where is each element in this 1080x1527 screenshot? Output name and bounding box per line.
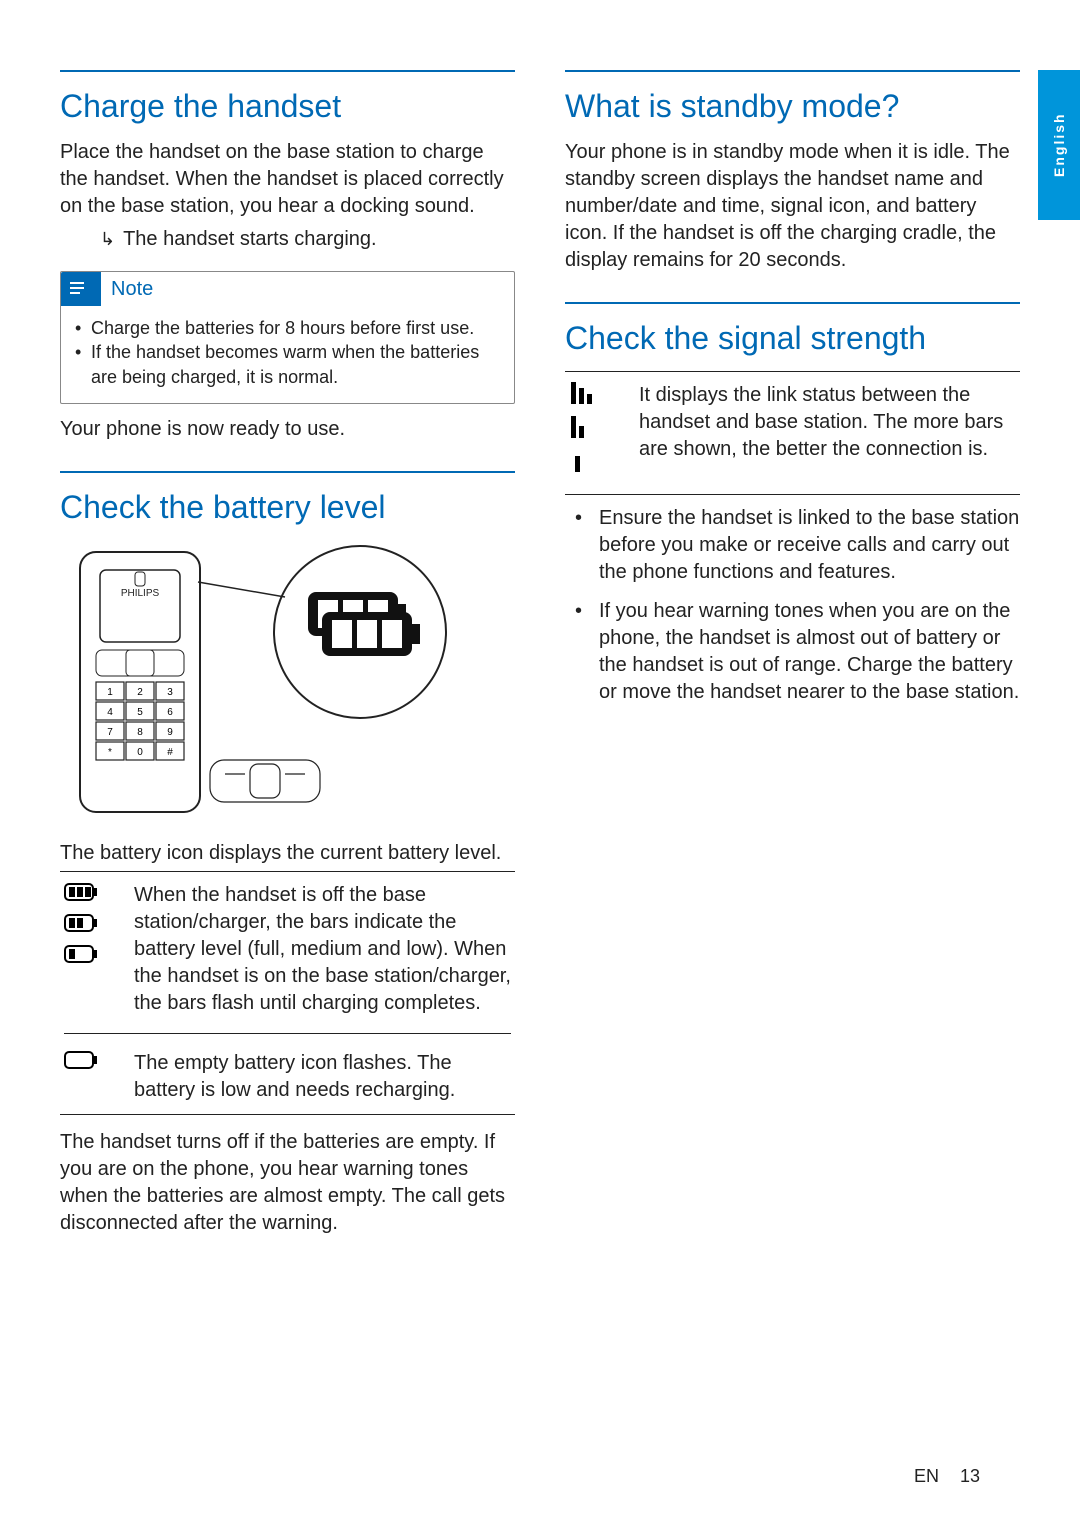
signal-weak-icon [569,450,631,480]
section-rule [565,70,1020,72]
footer-page-number: 13 [960,1466,980,1486]
heading-charge-handset: Charge the handset [60,88,515,125]
table-row: It displays the link status between the … [565,376,1020,490]
svg-text:3: 3 [167,687,173,698]
battery-medium-icon [64,913,126,940]
signal-medium-icon [569,416,631,446]
svg-text:#: # [167,747,173,758]
battery-low-icon [64,944,126,971]
language-tab: English [1038,70,1080,220]
table-row: The empty battery icon flashes. The batt… [60,1044,515,1110]
table-cell-text: The empty battery icon flashes. The batt… [130,1044,515,1110]
svg-text:0: 0 [137,747,143,758]
section-standby-mode: What is standby mode? Your phone is in s… [565,70,1020,274]
signal-strong-icon [569,382,631,412]
battery-icon-table: When the handset is off the base station… [60,876,515,1110]
paragraph: Your phone is now ready to use. [60,416,515,443]
footer-lang: EN [914,1466,939,1486]
list-item: Ensure the handset is linked to the base… [565,505,1020,586]
right-column: What is standby mode? Your phone is in s… [565,70,1020,1265]
battery-full-icon [64,882,126,909]
paragraph: Place the handset on the base station to… [60,139,515,220]
table-rule [60,871,515,872]
paragraph: The handset turns off if the batteries a… [60,1129,515,1237]
note-item: If the handset becomes warm when the bat… [75,340,500,389]
note-label: Note [111,278,153,301]
table-rule [64,1033,511,1034]
svg-text:5: 5 [137,707,143,718]
svg-text:7: 7 [107,727,113,738]
result-line: The handset starts charging. [100,226,515,253]
heading-standby-mode: What is standby mode? [565,88,1020,125]
table-rule [565,494,1020,495]
svg-text:2: 2 [137,687,143,698]
svg-text:1: 1 [107,687,113,698]
heading-check-battery: Check the battery level [60,489,515,526]
battery-empty-icon [64,1050,126,1077]
signal-icon-table: It displays the link status between the … [565,376,1020,490]
svg-text:8: 8 [137,727,143,738]
section-rule [565,302,1020,304]
svg-text:4: 4 [107,707,113,718]
table-row: When the handset is off the base station… [60,876,515,1023]
bullet-list: Ensure the handset is linked to the base… [565,505,1020,706]
note-icon [61,272,101,306]
section-charge-handset: Charge the handset Place the handset on … [60,70,515,443]
table-cell-text: It displays the link status between the … [635,376,1020,490]
section-rule [60,471,515,473]
handset-battery-illustration: PHILIPS 1 2 3 4 5 6 [60,542,515,822]
table-rule [60,1114,515,1115]
svg-text:PHILIPS: PHILIPS [121,588,160,599]
note-item: Charge the batteries for 8 hours before … [75,316,500,340]
paragraph: Your phone is in standby mode when it is… [565,139,1020,274]
svg-text:6: 6 [167,707,173,718]
left-column: Charge the handset Place the handset on … [60,70,515,1265]
section-check-battery: Check the battery level PHILIPS [60,471,515,1237]
svg-text:*: * [108,747,112,758]
table-cell-text: When the handset is off the base station… [130,876,515,1023]
paragraph: The battery icon displays the current ba… [60,840,515,867]
list-item: If you hear warning tones when you are o… [565,598,1020,706]
note-box: Note Charge the batteries for 8 hours be… [60,271,515,404]
svg-text:9: 9 [167,727,173,738]
table-rule [565,371,1020,372]
page-footer: EN 13 [914,1466,980,1487]
section-rule [60,70,515,72]
heading-signal-strength: Check the signal strength [565,320,1020,357]
section-signal-strength: Check the signal strength [565,302,1020,706]
